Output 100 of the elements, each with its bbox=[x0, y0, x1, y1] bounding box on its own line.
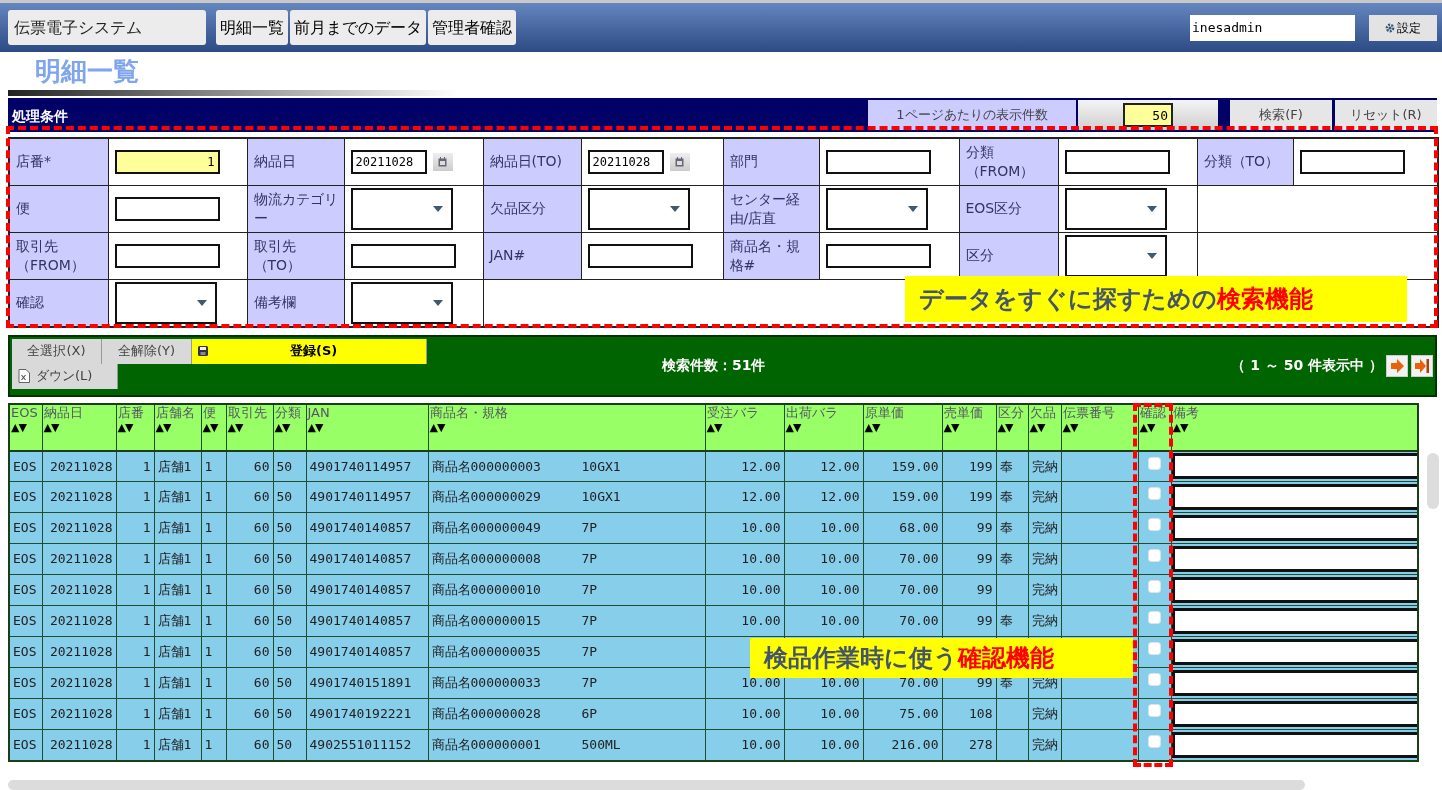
nav-tab[interactable]: 前月までのデータ bbox=[290, 10, 426, 45]
remarks-field[interactable] bbox=[1171, 515, 1417, 541]
sort-arrows[interactable]: ▲▼ bbox=[1029, 421, 1045, 436]
next-page-button[interactable] bbox=[1386, 354, 1408, 377]
action-button[interactable]: リセット(R) bbox=[1335, 100, 1437, 130]
sort-arrows[interactable]: ▲▼ bbox=[1172, 421, 1188, 436]
column-header: 商品名・規格 bbox=[429, 404, 508, 422]
select-field[interactable] bbox=[114, 281, 217, 324]
field-label: 確認 bbox=[9, 279, 108, 327]
download-button[interactable]: ダウン(L) bbox=[12, 363, 118, 389]
table-cell: 199 bbox=[942, 481, 996, 513]
page-size-field[interactable]: 50 bbox=[1123, 103, 1173, 127]
product-spec: 10GX1 bbox=[581, 489, 621, 505]
remarks-field[interactable] bbox=[1171, 484, 1417, 510]
sort-arrows[interactable]: ▲▼ bbox=[706, 421, 722, 436]
nav-tab[interactable]: 明細一覧 bbox=[216, 10, 288, 45]
select-field[interactable] bbox=[350, 281, 453, 324]
input-field[interactable] bbox=[114, 196, 220, 221]
remarks-field[interactable] bbox=[1171, 608, 1417, 634]
table-cell: 20211028 bbox=[42, 574, 116, 606]
remarks-field[interactable] bbox=[1171, 670, 1417, 696]
sort-arrows[interactable]: ▲▼ bbox=[1139, 421, 1155, 436]
select-field[interactable] bbox=[587, 187, 690, 230]
sort-arrows[interactable]: ▲▼ bbox=[11, 421, 26, 436]
checkbox[interactable] bbox=[1148, 673, 1161, 687]
remarks-field[interactable] bbox=[1171, 546, 1417, 572]
select-field[interactable] bbox=[825, 187, 928, 230]
table-cell: 12.00 bbox=[705, 450, 784, 482]
scrollbar[interactable] bbox=[8, 780, 1305, 790]
sort-arrows[interactable]: ▲▼ bbox=[43, 421, 59, 436]
input-field[interactable] bbox=[1299, 149, 1405, 174]
calendar-button[interactable] bbox=[432, 152, 453, 171]
input-field[interactable] bbox=[825, 149, 931, 174]
action-button[interactable]: 検索(F) bbox=[1230, 100, 1332, 130]
table-cell: 278 bbox=[942, 729, 996, 761]
settings-button[interactable]: 設定 bbox=[1369, 14, 1437, 41]
remarks-field[interactable] bbox=[1171, 731, 1417, 758]
field-label: 便 bbox=[9, 185, 108, 232]
sort-arrows[interactable]: ▲▼ bbox=[864, 421, 880, 436]
nav-tab[interactable]: 管理者確認 bbox=[428, 10, 516, 45]
checkbox[interactable] bbox=[1148, 735, 1161, 748]
table-cell: 20211028 bbox=[42, 605, 116, 637]
sort-arrows[interactable]: ▲▼ bbox=[202, 421, 218, 436]
checkbox[interactable] bbox=[1148, 704, 1161, 718]
table-cell: 10.00 bbox=[705, 605, 784, 637]
sort-arrows[interactable]: ▲▼ bbox=[997, 421, 1013, 436]
sort-arrows[interactable]: ▲▼ bbox=[429, 421, 445, 436]
checkbox[interactable] bbox=[1148, 642, 1161, 656]
last-page-button[interactable] bbox=[1411, 354, 1433, 377]
column-header: 欠品 bbox=[1029, 404, 1056, 422]
table-cell: 10.00 bbox=[705, 574, 784, 606]
column-header: 納品日 bbox=[43, 404, 83, 422]
table-cell: 108 bbox=[942, 698, 996, 730]
remarks-field[interactable] bbox=[1171, 453, 1417, 480]
field-label: 取引先（TO） bbox=[247, 232, 344, 279]
remarks-field[interactable] bbox=[1171, 701, 1417, 727]
input-field[interactable] bbox=[825, 243, 931, 268]
table-cell: 70.00 bbox=[863, 543, 942, 575]
checkbox[interactable] bbox=[1148, 456, 1161, 470]
sort-arrows[interactable]: ▲▼ bbox=[227, 421, 243, 436]
input-field[interactable] bbox=[1064, 149, 1170, 174]
column-header: 原単価 bbox=[864, 404, 904, 422]
field-label: センター経由/店直 bbox=[723, 185, 819, 232]
checkbox[interactable] bbox=[1148, 549, 1161, 563]
column-header: 備考 bbox=[1172, 404, 1199, 422]
sort-arrows[interactable]: ▲▼ bbox=[785, 421, 801, 436]
remarks-field[interactable] bbox=[1171, 639, 1417, 665]
checkbox[interactable] bbox=[1148, 518, 1161, 532]
scrollbar[interactable] bbox=[1427, 452, 1439, 509]
calendar-button[interactable] bbox=[669, 152, 690, 171]
sort-arrows[interactable]: ▲▼ bbox=[274, 421, 290, 436]
sort-arrows[interactable]: ▲▼ bbox=[943, 421, 959, 436]
select-field[interactable] bbox=[350, 187, 453, 230]
sort-arrows[interactable]: ▲▼ bbox=[117, 421, 133, 436]
sort-arrows[interactable]: ▲▼ bbox=[155, 421, 171, 436]
product-spec: 6P bbox=[581, 706, 598, 722]
table-cell: 4902551011152 bbox=[306, 729, 428, 761]
sort-arrows[interactable]: ▲▼ bbox=[1062, 421, 1078, 436]
field-label: 店番* bbox=[9, 138, 108, 185]
column-header: 確認 bbox=[1139, 404, 1166, 422]
table-cell: 99 bbox=[942, 574, 996, 606]
checkbox[interactable] bbox=[1148, 487, 1161, 501]
sort-arrows[interactable]: ▲▼ bbox=[307, 421, 323, 436]
input-field[interactable] bbox=[114, 243, 220, 268]
action-button[interactable]: 全選択(X) bbox=[12, 338, 102, 364]
date-field[interactable]: 20211028 bbox=[587, 149, 664, 174]
action-button[interactable]: 全解除(Y) bbox=[102, 338, 192, 364]
input-field[interactable] bbox=[587, 243, 693, 268]
date-field[interactable]: 20211028 bbox=[350, 149, 427, 174]
checkbox[interactable] bbox=[1148, 580, 1161, 594]
action-button[interactable]: 登録(S) bbox=[192, 338, 427, 364]
remarks-field[interactable] bbox=[1171, 577, 1417, 603]
column-header: 伝票番号 bbox=[1062, 404, 1115, 422]
column-header: 区分 bbox=[997, 404, 1024, 422]
checkbox[interactable] bbox=[1148, 611, 1161, 625]
select-field[interactable] bbox=[1064, 187, 1167, 230]
select-field[interactable] bbox=[1064, 234, 1167, 277]
input-field[interactable] bbox=[350, 243, 456, 268]
user-field[interactable]: inesadmin bbox=[1190, 14, 1355, 41]
input-field[interactable]: 1 bbox=[114, 149, 220, 174]
